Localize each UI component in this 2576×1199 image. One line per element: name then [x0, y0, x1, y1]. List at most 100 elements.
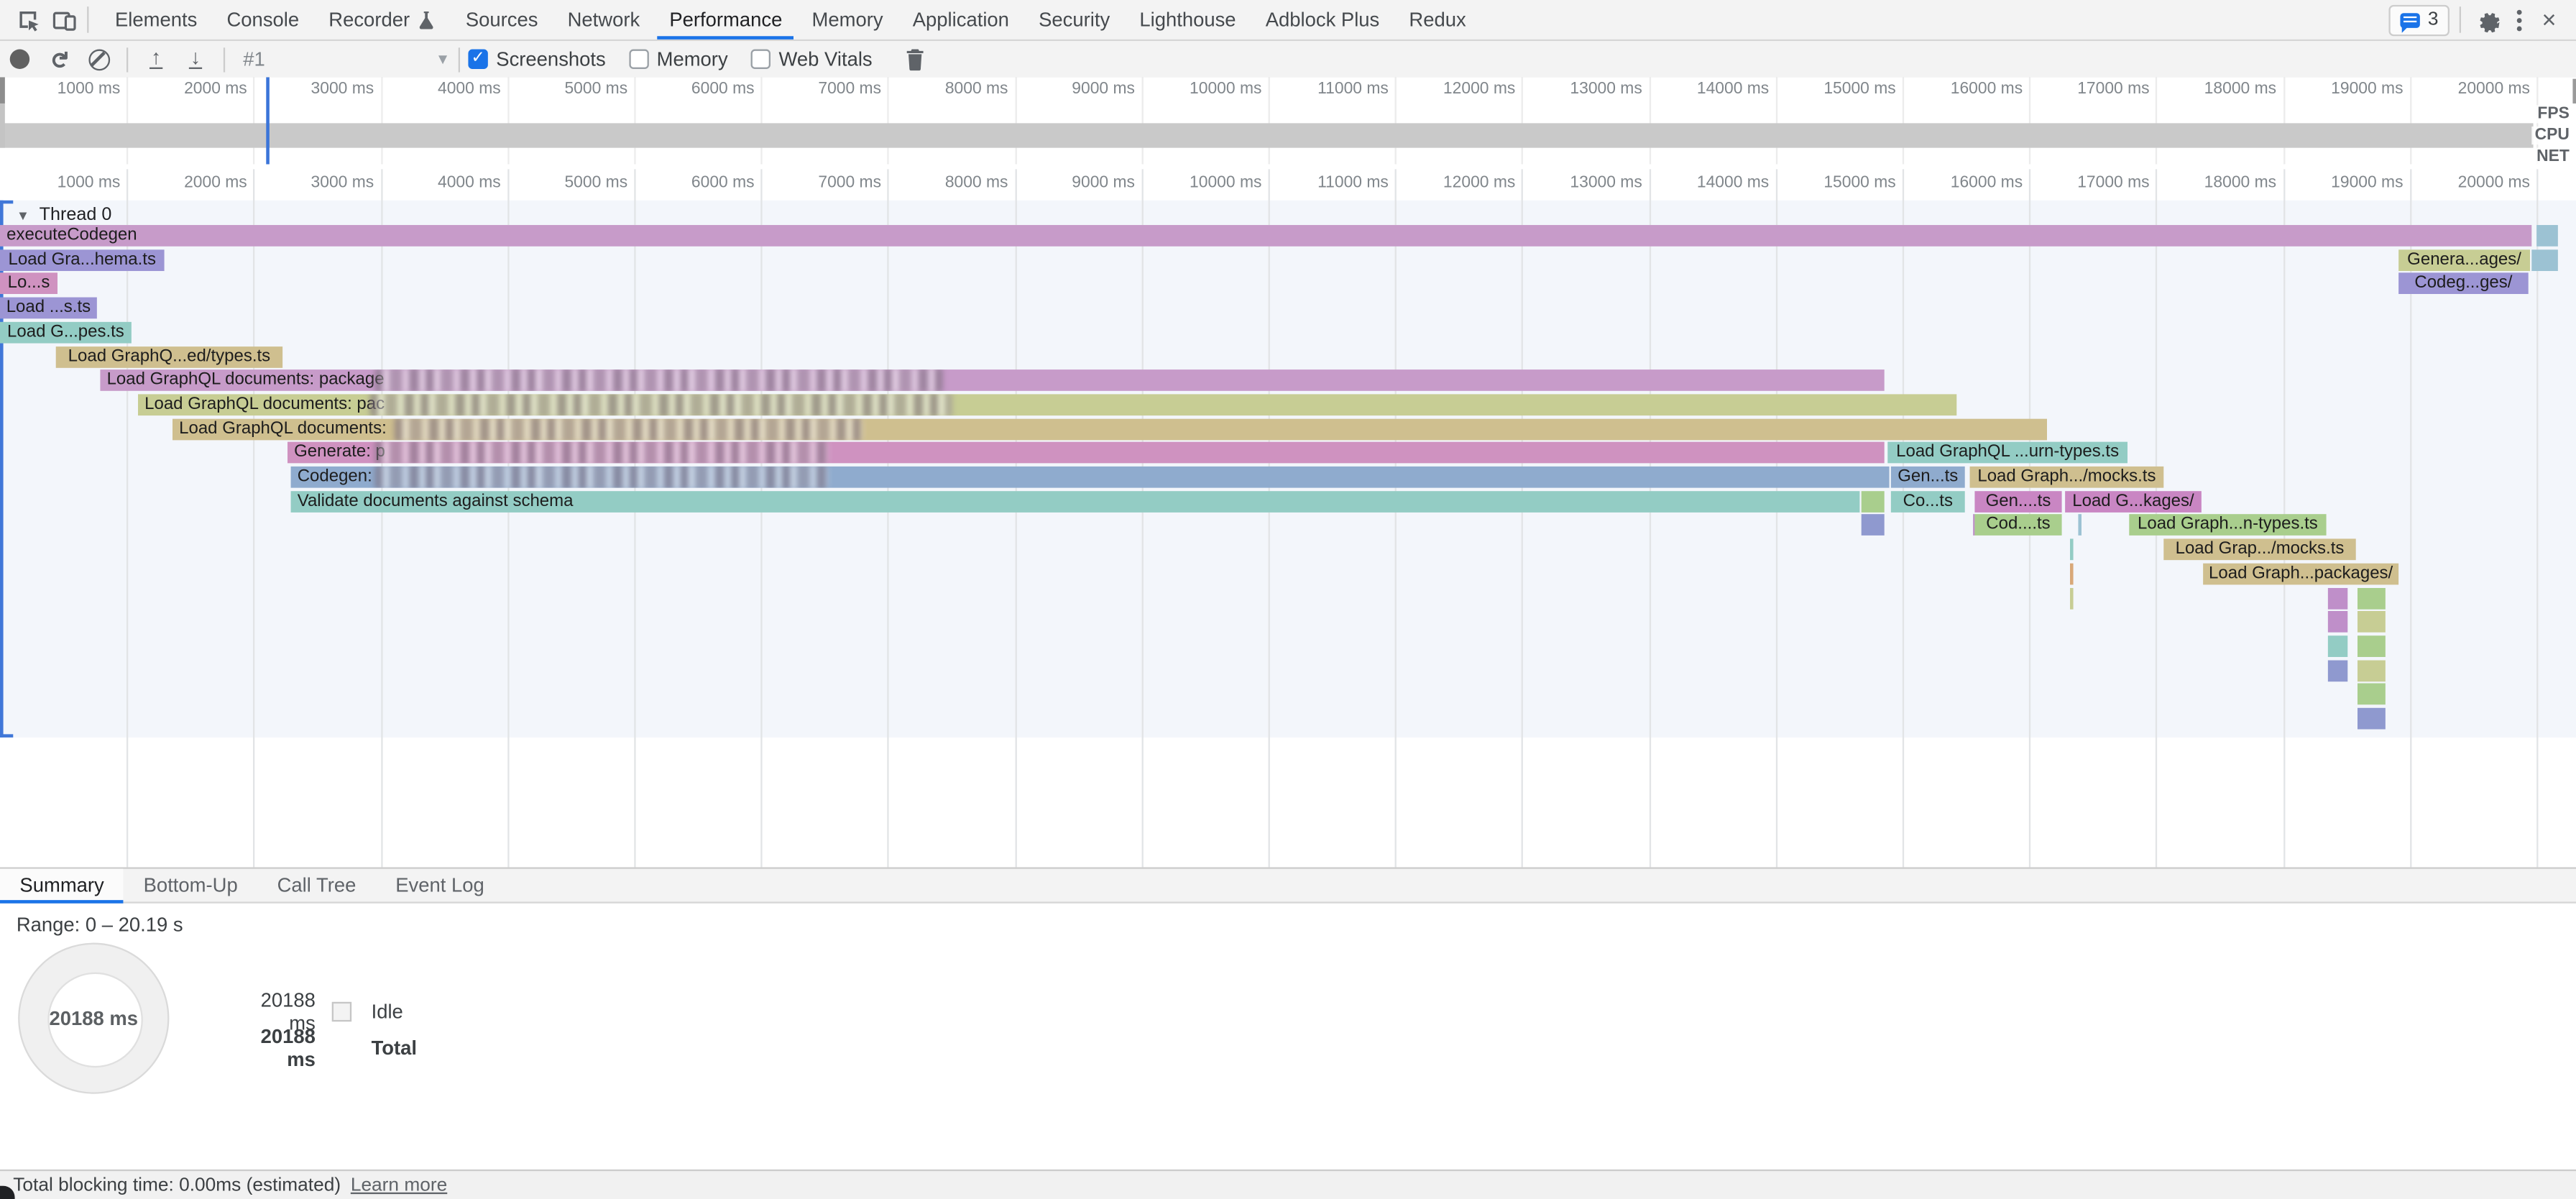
clear-recording-button[interactable] — [79, 42, 119, 75]
flame-event[interactable]: Load Graph.../mocks.ts — [1970, 467, 2164, 488]
flame-event[interactable]: Load GraphQL documents: — [172, 418, 2047, 440]
overview-tick-label: 17000 ms — [2002, 81, 2150, 98]
tab-console[interactable]: Console — [212, 0, 314, 40]
issues-counter-button[interactable]: 3 — [2388, 4, 2450, 35]
flame-event[interactable]: Load Grap.../mocks.ts — [2163, 539, 2355, 561]
flame-event[interactable]: Validate documents against schema — [291, 490, 1860, 512]
flame-event-block[interactable] — [2536, 225, 2558, 247]
tab-recorder[interactable]: Recorder — [314, 0, 451, 40]
flame-event[interactable]: Load ...s.ts — [0, 298, 97, 319]
flame-event[interactable]: Generate: p — [288, 442, 1885, 464]
tab-label: Elements — [115, 8, 197, 31]
flame-event[interactable]: Load Graph...packages/ — [2203, 563, 2398, 584]
gridline — [1522, 169, 1523, 867]
save-profile-button[interactable]: ↓ — [176, 42, 216, 75]
flame-event-block[interactable] — [2070, 539, 2074, 561]
tab-memory[interactable]: Memory — [797, 0, 898, 40]
flame-event-block[interactable] — [2070, 587, 2074, 609]
flame-event[interactable]: executeCodegen — [0, 225, 2531, 247]
timeline-overview[interactable]: 1000 ms2000 ms3000 ms4000 ms5000 ms6000 … — [0, 77, 2576, 165]
flame-event[interactable]: Load GraphQ...ed/types.ts — [56, 346, 282, 367]
flame-event[interactable]: Gen....ts — [1974, 490, 2061, 512]
flame-event-block[interactable] — [2358, 708, 2386, 730]
overview-tick-label: 13000 ms — [1494, 81, 1642, 98]
thread-track-header[interactable]: ▼ Thread 0 — [17, 206, 111, 225]
flame-event-block[interactable] — [1862, 490, 1885, 512]
overview-left-handle[interactable] — [0, 77, 4, 104]
flame-event-block[interactable] — [2328, 635, 2347, 657]
settings-gear-icon[interactable] — [2471, 5, 2507, 35]
device-toolbar-icon[interactable] — [46, 5, 82, 35]
details-tab-summary[interactable]: Summary — [0, 869, 124, 902]
flame-event[interactable]: Load G...pes.ts — [0, 321, 132, 343]
flame-event-label: Load GraphQL ...urn-types.ts — [1896, 442, 2119, 461]
tab-adblock-plus[interactable]: Adblock Plus — [1251, 0, 1394, 40]
details-tab-bottom-up[interactable]: Bottom-Up — [124, 869, 257, 902]
overview-tick-label: 20000 ms — [2382, 81, 2530, 98]
flame-event-block[interactable] — [2328, 660, 2347, 681]
checkbox-web-vitals[interactable]: Web Vitals — [751, 47, 873, 70]
overview-scrollbar-thumb[interactable] — [2572, 79, 2576, 104]
learn-more-link[interactable]: Learn more — [351, 1175, 447, 1195]
flame-event[interactable]: Load GraphQL documents: package — [100, 370, 1884, 392]
tab-performance[interactable]: Performance — [655, 0, 797, 40]
tab-sources[interactable]: Sources — [451, 0, 553, 40]
redacted-blur-region — [374, 370, 943, 392]
flame-event[interactable]: Load Graph...n-types.ts — [2129, 515, 2326, 536]
record-button[interactable] — [0, 42, 40, 75]
tab-application[interactable]: Application — [898, 0, 1024, 40]
flame-event-label: Codeg...ges/ — [2414, 273, 2512, 293]
flame-event-block[interactable] — [1862, 515, 1885, 536]
tab-label: Adblock Plus — [1266, 8, 1380, 31]
tab-elements[interactable]: Elements — [100, 0, 211, 40]
flame-event-block[interactable] — [2358, 587, 2386, 609]
flame-event[interactable]: Cod....ts — [1974, 515, 2061, 536]
flame-event[interactable]: Load Gra...hema.ts — [0, 249, 165, 271]
delete-recording-trash-icon[interactable] — [896, 42, 935, 75]
flame-event-block[interactable] — [2328, 611, 2347, 633]
divider — [224, 47, 225, 71]
flame-event[interactable]: Codeg...ges/ — [2398, 273, 2529, 295]
flame-event-block[interactable] — [2070, 563, 2074, 584]
ruler-tick-label: 6000 ms — [607, 174, 755, 192]
tab-label: Console — [226, 8, 299, 31]
flame-event-block[interactable] — [2078, 515, 2082, 536]
ruler-tick-label: 10000 ms — [1114, 174, 1262, 192]
overview-window-marker[interactable] — [266, 77, 270, 164]
flame-event[interactable]: Load GraphQL ...urn-types.ts — [1887, 442, 2128, 464]
tab-lighthouse[interactable]: Lighthouse — [1125, 0, 1251, 40]
inspect-element-icon[interactable] — [10, 5, 46, 35]
flame-event[interactable]: Lo...s — [0, 273, 58, 295]
flame-event-block[interactable] — [2358, 660, 2386, 681]
tab-network[interactable]: Network — [553, 0, 655, 40]
close-devtools-icon[interactable]: × — [2532, 7, 2566, 32]
flame-event[interactable]: Gen...ts — [1891, 467, 1965, 488]
flame-event-block[interactable] — [2328, 587, 2347, 609]
tab-redux[interactable]: Redux — [1394, 0, 1481, 40]
details-tab-call-tree[interactable]: Call Tree — [257, 869, 376, 902]
overview-tick-label: 4000 ms — [353, 81, 501, 98]
flame-event-block[interactable] — [2358, 684, 2386, 705]
flame-event-block[interactable] — [2358, 635, 2386, 657]
checkbox-unchecked-icon[interactable] — [751, 50, 770, 69]
history-dropdown[interactable]: #1 ▼ — [234, 47, 451, 70]
tab-label: Redux — [1409, 8, 1466, 31]
details-tab-event-log[interactable]: Event Log — [376, 869, 504, 902]
checkbox-screenshots[interactable]: ✓Screenshots — [468, 47, 605, 70]
checkbox-checked-icon[interactable]: ✓ — [468, 50, 487, 69]
checkbox-unchecked-icon[interactable] — [629, 50, 648, 69]
more-options-kebab-icon[interactable] — [2508, 6, 2532, 34]
flame-event[interactable]: Codegen: — [291, 467, 1890, 488]
flame-event[interactable]: Load G...kages/ — [2065, 490, 2202, 512]
flame-event-block[interactable] — [2531, 249, 2558, 271]
flame-event-block[interactable] — [2358, 611, 2386, 633]
checkbox-memory[interactable]: Memory — [629, 47, 728, 70]
flame-event[interactable]: Co...ts — [1891, 490, 1965, 512]
flame-chart[interactable]: 1000 ms2000 ms3000 ms4000 ms5000 ms6000 … — [0, 164, 2576, 867]
flame-event[interactable]: Load GraphQL documents: pac — [138, 394, 1956, 415]
load-profile-button[interactable]: ↑ — [137, 42, 176, 75]
tab-security[interactable]: Security — [1024, 0, 1125, 40]
flame-event[interactable]: Genera...ages/ — [2398, 249, 2530, 271]
reload-and-record-button[interactable]: ↻ — [40, 42, 79, 75]
collapse-triangle-icon[interactable]: ▼ — [17, 208, 29, 223]
